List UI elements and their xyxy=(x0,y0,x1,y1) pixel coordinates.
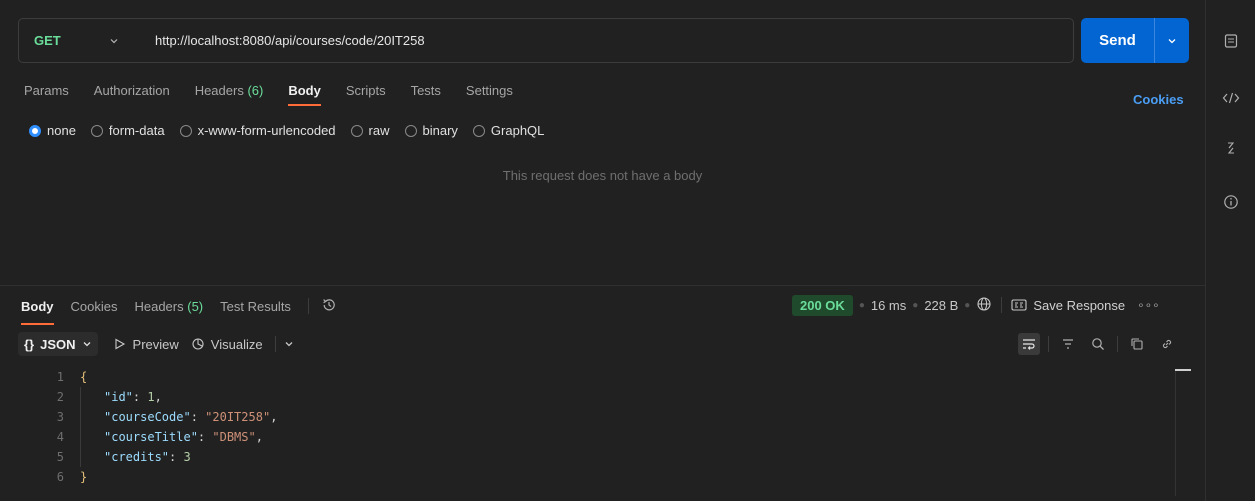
code-line: 3 "courseCode": "20IT258", xyxy=(0,407,1180,427)
radio-none[interactable]: none xyxy=(29,123,76,138)
history-icon[interactable] xyxy=(321,297,337,316)
radio-button[interactable] xyxy=(29,124,41,137)
body-type-options: none form-data x-www-form-urlencoded raw… xyxy=(29,123,559,138)
method-label: GET xyxy=(34,33,61,48)
request-tabs: Params Authorization Headers (6) Body Sc… xyxy=(24,83,538,107)
tab-authorization[interactable]: Authorization xyxy=(94,83,170,107)
chevron-down-icon[interactable] xyxy=(284,337,294,352)
radio-button[interactable] xyxy=(404,124,417,137)
response-size[interactable]: 228 B xyxy=(924,298,958,313)
scrollbar-track[interactable] xyxy=(1175,371,1176,496)
preview-button[interactable]: Preview xyxy=(114,337,179,352)
code-line: 2 "id": 1, xyxy=(0,387,1180,407)
response-toolbar: {} JSON Preview Visualize xyxy=(18,332,294,356)
headers-count: (6) xyxy=(247,83,264,98)
chevron-down-icon xyxy=(1168,38,1176,43)
radio-graphql[interactable]: GraphQL xyxy=(472,123,544,138)
search-icon[interactable] xyxy=(1087,333,1109,355)
format-select[interactable]: {} JSON xyxy=(18,332,98,356)
save-response-icon xyxy=(1011,299,1027,311)
chevron-down-icon xyxy=(109,34,119,49)
code-line: 1 { xyxy=(56,370,88,384)
braces-icon: {} xyxy=(24,336,35,352)
info-icon[interactable] xyxy=(1220,191,1242,213)
radio-button[interactable] xyxy=(179,124,192,137)
tab-scripts[interactable]: Scripts xyxy=(346,83,386,107)
method-select[interactable]: GET xyxy=(19,19,123,62)
empty-body-message: This request does not have a body xyxy=(502,168,703,183)
response-tabs: Body Cookies Headers (5) Test Results xyxy=(21,297,337,325)
link-icon[interactable] xyxy=(1156,333,1178,355)
tab-settings[interactable]: Settings xyxy=(466,83,513,107)
play-icon xyxy=(114,338,125,350)
radio-button[interactable] xyxy=(472,124,485,137)
tab-test-results[interactable]: Test Results xyxy=(220,299,291,314)
code-icon[interactable] xyxy=(1220,87,1242,109)
right-sidebar xyxy=(1205,0,1255,501)
send-options-button[interactable] xyxy=(1155,18,1189,63)
tab-response-cookies[interactable]: Cookies xyxy=(71,299,118,314)
tab-params[interactable]: Params xyxy=(24,83,69,107)
radio-urlencoded[interactable]: x-www-form-urlencoded xyxy=(179,123,336,138)
globe-icon[interactable] xyxy=(976,296,992,315)
radio-button[interactable] xyxy=(90,124,103,137)
send-button[interactable]: Send xyxy=(1081,18,1154,63)
cookies-link[interactable]: Cookies xyxy=(1133,92,1184,107)
save-response-button[interactable]: Save Response xyxy=(1011,298,1125,313)
radio-button[interactable] xyxy=(350,124,363,137)
code-line: 4 "courseTitle": "DBMS", xyxy=(0,427,1180,447)
tab-body[interactable]: Body xyxy=(288,83,321,107)
code-line: 5 "credits": 3 xyxy=(0,447,1180,467)
radio-raw[interactable]: raw xyxy=(350,123,390,138)
more-options-icon[interactable]: ∘∘∘ xyxy=(1137,298,1160,312)
wrap-lines-icon[interactable] xyxy=(1018,333,1040,355)
chevron-down-icon xyxy=(83,342,90,347)
tab-response-headers[interactable]: Headers (5) xyxy=(134,299,203,314)
radio-binary[interactable]: binary xyxy=(404,123,458,138)
documentation-icon[interactable] xyxy=(1220,30,1242,52)
response-time[interactable]: 16 ms xyxy=(871,298,906,313)
code-line: 6 } xyxy=(56,470,88,484)
related-icon[interactable] xyxy=(1220,137,1242,159)
status-badge[interactable]: 200 OK xyxy=(792,294,853,316)
scrollbar-thumb[interactable] xyxy=(1175,369,1191,371)
copy-icon[interactable] xyxy=(1126,333,1148,355)
response-body-viewer[interactable]: 1 { 2 "id": 1, 3 "courseCode": "20IT258"… xyxy=(0,367,1180,487)
tab-tests[interactable]: Tests xyxy=(411,83,441,107)
response-headers-count: (5) xyxy=(187,298,204,314)
visualize-icon xyxy=(192,338,204,350)
send-button-group: Send xyxy=(1081,18,1189,63)
response-meta: 200 OK ● 16 ms ● 228 B ● Save Response ∘… xyxy=(792,294,1160,316)
response-actions xyxy=(1018,332,1186,356)
url-bar[interactable]: GET http://localhost:8080/api/courses/co… xyxy=(18,18,1074,63)
visualize-button[interactable]: Visualize xyxy=(191,337,263,352)
radio-form-data[interactable]: form-data xyxy=(90,123,165,138)
filter-icon[interactable] xyxy=(1057,333,1079,355)
workspace: GET http://localhost:8080/api/courses/co… xyxy=(0,0,1205,501)
tab-headers[interactable]: Headers (6) xyxy=(195,83,264,107)
pane-divider[interactable] xyxy=(0,285,1205,286)
separator xyxy=(307,298,309,314)
tab-response-body[interactable]: Body xyxy=(21,299,54,325)
url-input[interactable]: http://localhost:8080/api/courses/code/2… xyxy=(123,33,425,48)
